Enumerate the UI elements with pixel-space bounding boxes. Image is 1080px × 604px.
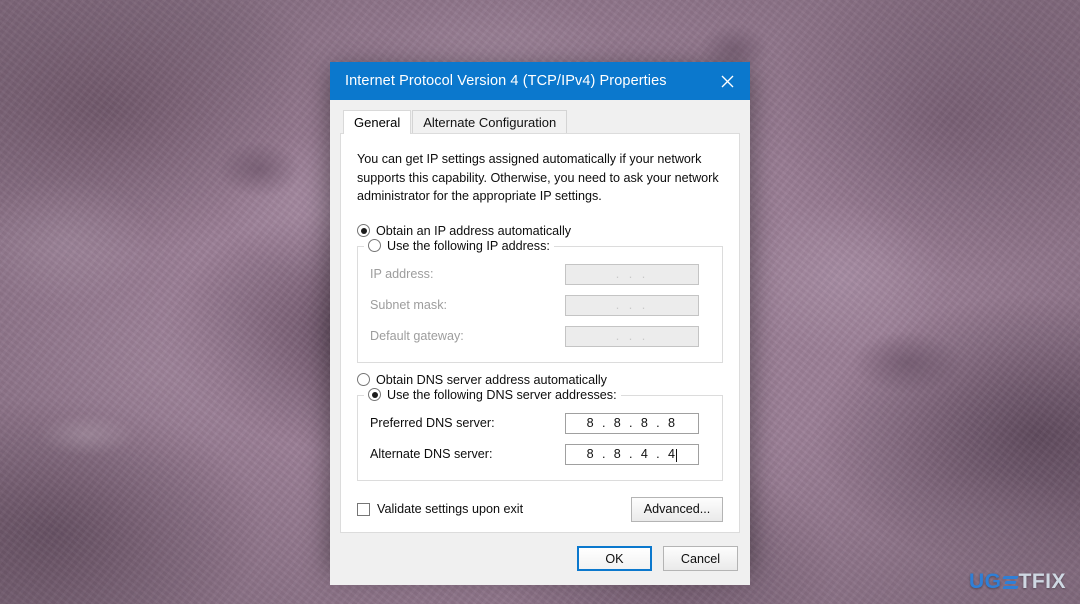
field-subnet-mask: Subnet mask: . . . [370,292,710,319]
tab-alternate-configuration[interactable]: Alternate Configuration [412,110,568,133]
radio-use-following-dns[interactable]: Use the following DNS server addresses: [364,387,621,402]
field-preferred-dns: Preferred DNS server: 8 . 8 . 8 . 8 [370,410,710,437]
watermark-prefix: UG [969,570,1002,593]
ugetfix-watermark: UG TFIX [969,570,1066,594]
cancel-button[interactable]: Cancel [663,546,738,572]
field-preferred-dns-label: Preferred DNS server: [370,416,495,431]
field-ip-address: IP address: . . . [370,261,710,288]
desktop-background: Internet Protocol Version 4 (TCP/IPv4) P… [0,0,1080,604]
tab-general-label: General [354,115,401,130]
input-preferred-dns-value: 8 . 8 . 8 . 8 [586,416,678,431]
ipv4-properties-dialog: Internet Protocol Version 4 (TCP/IPv4) P… [330,62,750,585]
radio-use-following-ip-label: Use the following IP address: [387,238,550,253]
field-alternate-dns: Alternate DNS server: 8 . 8 . 4 . 4 [370,441,710,468]
ok-button[interactable]: OK [577,546,652,572]
close-icon[interactable] [704,62,750,100]
dialog-titlebar: Internet Protocol Version 4 (TCP/IPv4) P… [330,62,750,100]
tab-general[interactable]: General [343,110,412,134]
input-subnet-mask[interactable]: . . . [565,294,699,316]
input-default-gateway[interactable]: . . . [565,325,699,347]
radio-obtain-dns-automatically-label: Obtain DNS server address automatically [376,372,607,387]
validate-and-advanced-row: Validate settings upon exit Advanced... [357,496,723,522]
field-default-gateway: Default gateway: . . . [370,323,710,350]
radio-obtain-dns-automatically-indicator [357,373,370,387]
watermark-stylized-e-icon [1001,574,1019,590]
input-alternate-dns[interactable]: 8 . 8 . 4 . 4 [565,443,699,465]
radio-obtain-ip-automatically-indicator [357,224,370,238]
checkbox-validate-settings-indicator [357,502,370,516]
input-preferred-dns[interactable]: 8 . 8 . 8 . 8 [565,412,699,434]
dialog-footer: OK Cancel [330,532,750,585]
field-subnet-mask-label: Subnet mask: [370,298,448,313]
radio-use-following-ip-indicator [368,239,381,253]
radio-use-following-dns-label: Use the following DNS server addresses: [387,387,617,402]
radio-obtain-dns-automatically[interactable]: Obtain DNS server address automatically [357,373,723,387]
radio-use-following-ip[interactable]: Use the following IP address: [364,238,554,253]
input-alternate-dns-value: 8 . 8 . 4 . 4 [586,447,678,462]
radio-obtain-ip-automatically-label: Obtain an IP address automatically [376,223,572,238]
dialog-title: Internet Protocol Version 4 (TCP/IPv4) P… [345,73,667,89]
checkbox-validate-settings-label: Validate settings upon exit [377,502,524,517]
dialog-body: General Alternate Configuration You can … [330,100,750,533]
checkbox-validate-settings[interactable]: Validate settings upon exit [357,502,523,516]
tab-alternate-configuration-label: Alternate Configuration [423,114,557,130]
text-caret [676,448,678,462]
advanced-button[interactable]: Advanced... [631,496,723,522]
intro-description: You can get IP settings assigned automat… [357,152,719,204]
input-ip-address[interactable]: . . . [565,263,699,285]
radio-obtain-ip-automatically[interactable]: Obtain an IP address automatically [357,224,723,238]
field-ip-address-label: IP address: [370,267,434,282]
radio-use-following-dns-indicator [368,388,381,402]
watermark-suffix: TFIX [1018,570,1066,593]
general-tab-panel: You can get IP settings assigned automat… [340,133,740,533]
manual-ip-groupbox: Use the following IP address: IP address… [357,238,723,363]
field-alternate-dns-label: Alternate DNS server: [370,447,493,462]
tabstrip: General Alternate Configuration [343,109,740,134]
manual-dns-groupbox: Use the following DNS server addresses: … [357,387,723,481]
field-default-gateway-label: Default gateway: [370,329,464,344]
